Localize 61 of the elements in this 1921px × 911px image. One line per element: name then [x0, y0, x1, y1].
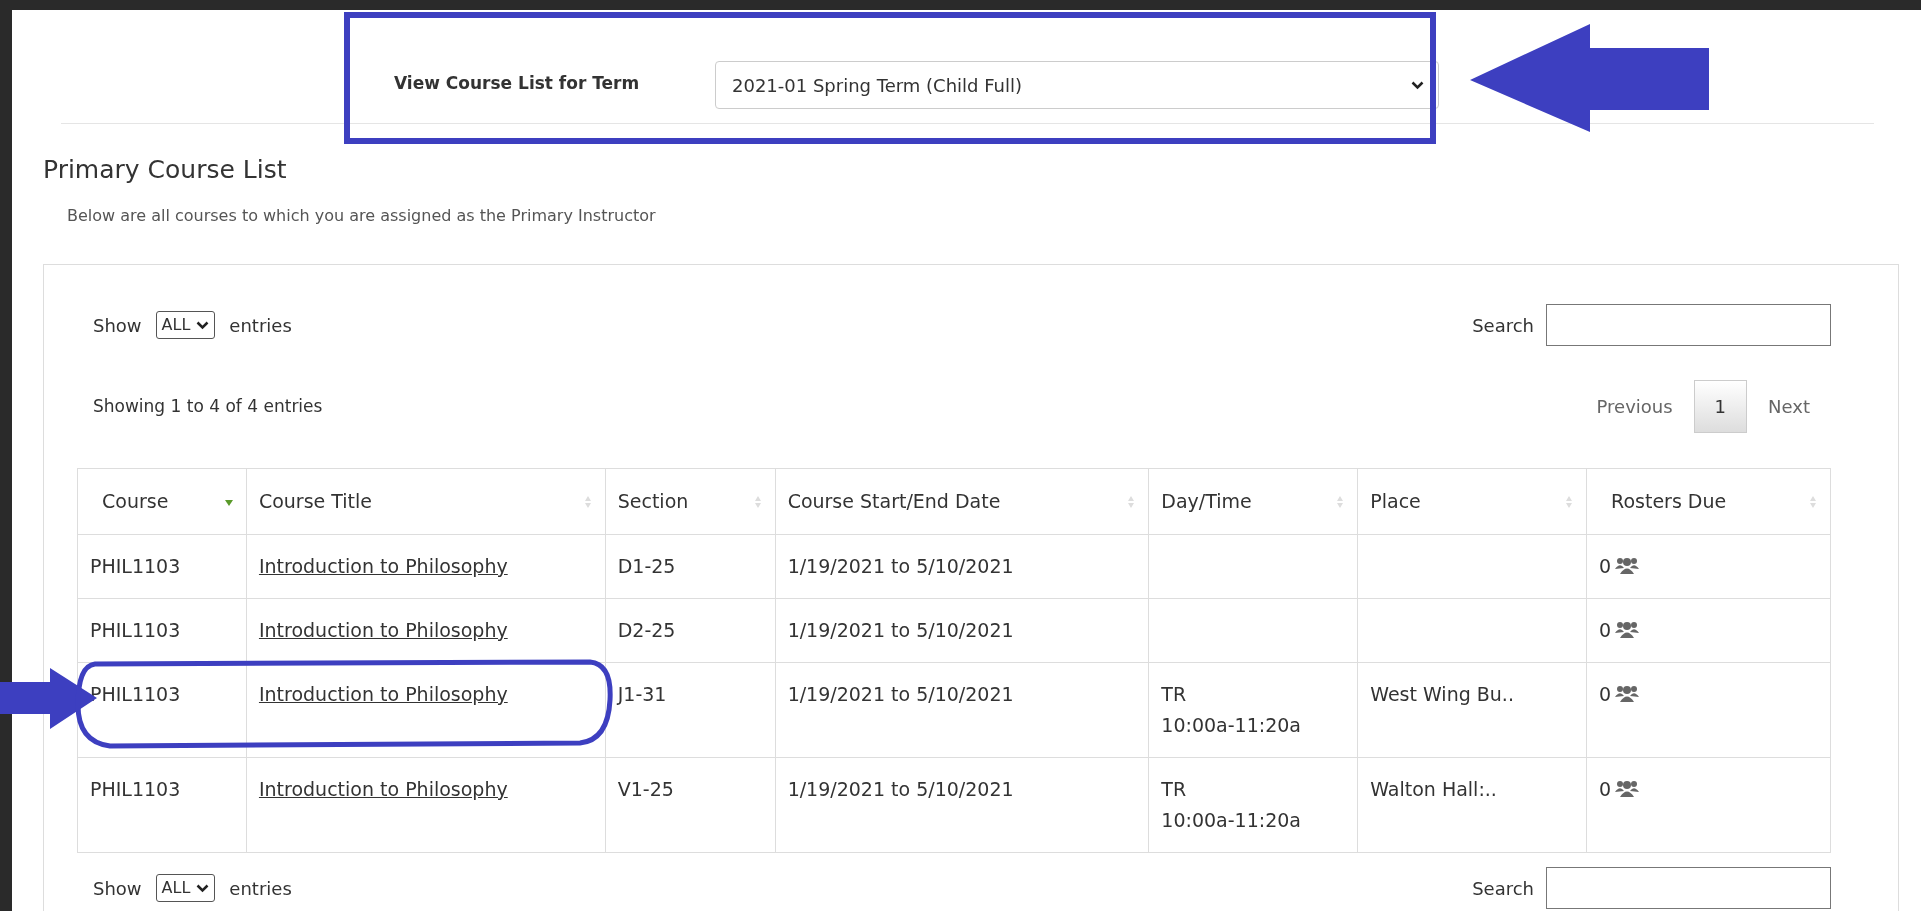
term-label: View Course List for Term — [394, 72, 641, 95]
date-cell: 1/19/2021 to 5/10/2021 — [775, 757, 1149, 853]
show-label: Show — [93, 313, 142, 338]
column-header[interactable]: Course Title — [246, 468, 606, 535]
people-icon — [1615, 684, 1640, 702]
section-cell: D2-25 — [605, 598, 776, 663]
people-icon — [1615, 779, 1640, 797]
search-label: Search — [1472, 876, 1534, 901]
section-cell: D1-25 — [605, 534, 776, 599]
section-heading: Primary Course List — [43, 155, 288, 185]
date-cell: 1/19/2021 to 5/10/2021 — [775, 598, 1149, 663]
entries-select[interactable]: ALL — [155, 874, 216, 902]
search-field[interactable] — [1546, 304, 1831, 346]
day-text: TR — [1161, 682, 1188, 707]
entries-label: entries — [229, 313, 292, 338]
entries-select[interactable]: ALL — [155, 311, 216, 339]
column-header[interactable]: Place — [1357, 468, 1587, 535]
column-header[interactable]: Day/Time — [1148, 468, 1358, 535]
search-label: Search — [1472, 313, 1534, 338]
time-text: 10:00a-11:20a — [1161, 808, 1302, 833]
column-header[interactable]: Course Start/End Date — [775, 468, 1149, 535]
course-cell: PHIL1103 — [77, 757, 247, 853]
roster-count: 0 — [1599, 619, 1612, 641]
page-button[interactable]: 1 — [1693, 380, 1748, 433]
place-text: Walton Hall:.. — [1370, 778, 1497, 800]
previous-link[interactable]: Previous — [1575, 380, 1694, 433]
place-text: West Wing Bu.. — [1370, 683, 1514, 705]
chevron-down-icon — [1411, 80, 1424, 90]
entries-info: Showing 1 to 4 of 4 entries — [93, 394, 323, 418]
roster-count: 0 — [1599, 555, 1612, 577]
sort-icon — [752, 494, 763, 509]
roster-count: 0 — [1599, 778, 1612, 800]
date-cell: 1/19/2021 to 5/10/2021 — [775, 534, 1149, 599]
course-cell: PHIL1103 — [77, 534, 247, 599]
course-cell: PHIL1103 — [77, 598, 247, 663]
course-title-link[interactable]: Introduction to Philosophy — [258, 778, 508, 800]
sort-icon — [1126, 494, 1137, 509]
time-text: 10:00a-11:20a — [1161, 713, 1302, 738]
column-header[interactable]: Section — [605, 468, 776, 535]
column-header[interactable]: Rosters Due — [1586, 468, 1831, 535]
section-description: Below are all courses to which you are assigned as the Primary Instructor — [67, 205, 657, 227]
chevron-down-icon — [196, 883, 210, 893]
sort-icon — [1335, 494, 1346, 509]
entries-label: entries — [229, 876, 292, 901]
search-field[interactable] — [1546, 867, 1831, 909]
sort-icon — [582, 494, 593, 509]
sort-icon — [1564, 494, 1575, 509]
column-header[interactable]: Course — [77, 468, 247, 535]
show-label: Show — [93, 876, 142, 901]
next-link[interactable]: Next — [1747, 380, 1831, 433]
section-cell: J1-31 — [605, 662, 776, 758]
roster-count: 0 — [1599, 683, 1612, 705]
section-cell: V1-25 — [605, 757, 776, 853]
term-select[interactable]: 2021-01 Spring Term (Child Full) — [715, 61, 1439, 109]
people-icon — [1615, 556, 1640, 574]
course-title-link[interactable]: Introduction to Philosophy — [258, 683, 508, 705]
people-icon — [1615, 620, 1640, 638]
chevron-down-icon — [196, 320, 210, 330]
sort-icon — [1808, 494, 1818, 509]
date-cell: 1/19/2021 to 5/10/2021 — [775, 662, 1149, 758]
day-text: TR — [1161, 777, 1188, 802]
